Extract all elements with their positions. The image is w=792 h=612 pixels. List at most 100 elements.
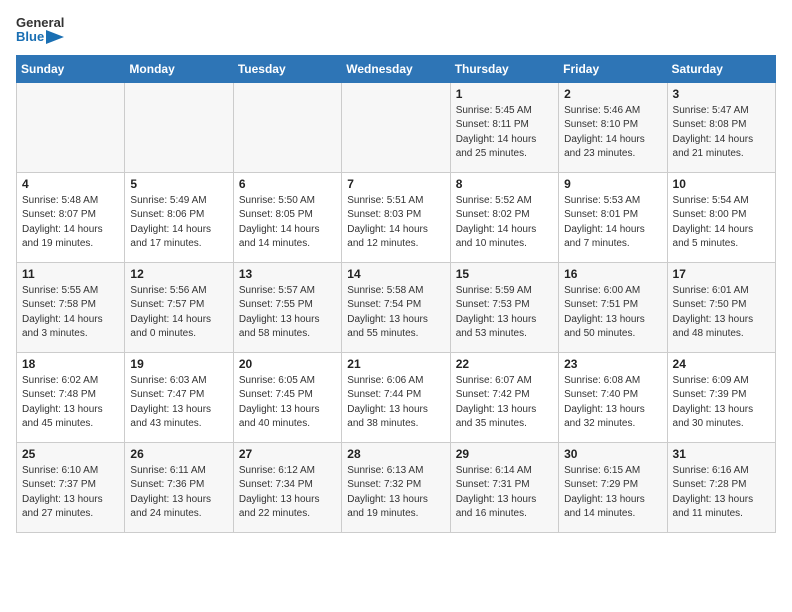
day-cell: 28Sunrise: 6:13 AM Sunset: 7:32 PM Dayli… xyxy=(342,442,450,532)
day-number: 4 xyxy=(22,177,119,191)
day-number: 8 xyxy=(456,177,553,191)
day-cell: 19 Sunrise: 6:03 AM Sunset: 7:47 PM Dayli… xyxy=(125,352,233,442)
day-number: 27 xyxy=(239,447,336,461)
calendar-table: SundayMondayTuesdayWednesdayThursdayFrid… xyxy=(16,55,776,533)
day-info: Sunrise: 6:00 AM Sunset: 7:51 PM Dayligh… xyxy=(564,284,661,342)
col-header-wednesday: Wednesday xyxy=(342,55,450,82)
day-cell: 13 Sunrise: 5:57 AM Sunset: 7:55 PM Dayli… xyxy=(233,262,341,352)
day-number: 2 xyxy=(564,87,661,101)
day-cell: 14 Sunrise: 5:58 AM Sunset: 7:54 PM Dayli… xyxy=(342,262,450,352)
day-number: 1 xyxy=(456,87,553,101)
day-number: 14 xyxy=(347,267,444,281)
day-cell: 31 Sunrise: 6:16 AM Sunset: 7:28 PM Dayli… xyxy=(667,442,775,532)
week-row-2: 4 Sunrise: 5:48 AM Sunset: 8:07 PM Daylig… xyxy=(17,172,776,262)
day-number: 18 xyxy=(22,357,119,371)
day-info: Sunrise: 5:46 AM Sunset: 8:10 PM Dayligh… xyxy=(564,104,661,162)
week-row-3: 11Sunrise: 5:55 AM Sunset: 7:58 PM Dayli… xyxy=(17,262,776,352)
col-header-friday: Friday xyxy=(559,55,667,82)
day-info: Sunrise: 6:12 AM Sunset: 7:34 PM Dayligh… xyxy=(239,464,336,522)
day-cell xyxy=(17,82,125,172)
day-cell xyxy=(342,82,450,172)
day-info: Sunrise: 5:59 AM Sunset: 7:53 PM Dayligh… xyxy=(456,284,553,342)
day-number: 17 xyxy=(673,267,770,281)
logo-blue: Blue xyxy=(16,30,44,44)
col-header-thursday: Thursday xyxy=(450,55,558,82)
day-info: Sunrise: 5:50 AM Sunset: 8:05 PM Dayligh… xyxy=(239,194,336,252)
logo-general: General xyxy=(16,16,64,30)
day-info: Sunrise: 6:09 AM Sunset: 7:39 PM Dayligh… xyxy=(673,374,770,432)
day-number: 13 xyxy=(239,267,336,281)
day-cell: 30 Sunrise: 6:15 AM Sunset: 7:29 PM Dayli… xyxy=(559,442,667,532)
day-number: 12 xyxy=(130,267,227,281)
day-info: Sunrise: 6:11 AM Sunset: 7:36 PM Dayligh… xyxy=(130,464,227,522)
day-info: Sunrise: 5:53 AM Sunset: 8:01 PM Dayligh… xyxy=(564,194,661,252)
col-header-sunday: Sunday xyxy=(17,55,125,82)
day-cell: 1Sunrise: 5:45 AM Sunset: 8:11 PM Daylig… xyxy=(450,82,558,172)
day-info: Sunrise: 6:13 AM Sunset: 7:32 PM Dayligh… xyxy=(347,464,444,522)
day-cell: 23 Sunrise: 6:08 AM Sunset: 7:40 PM Dayli… xyxy=(559,352,667,442)
day-number: 20 xyxy=(239,357,336,371)
day-number: 5 xyxy=(130,177,227,191)
day-number: 9 xyxy=(564,177,661,191)
day-cell: 24 Sunrise: 6:09 AM Sunset: 7:39 PM Dayli… xyxy=(667,352,775,442)
day-cell: 29Sunrise: 6:14 AM Sunset: 7:31 PM Dayli… xyxy=(450,442,558,532)
day-info: Sunrise: 6:02 AM Sunset: 7:48 PM Dayligh… xyxy=(22,374,119,432)
day-number: 15 xyxy=(456,267,553,281)
day-cell: 27 Sunrise: 6:12 AM Sunset: 7:34 PM Dayli… xyxy=(233,442,341,532)
day-cell: 15 Sunrise: 5:59 AM Sunset: 7:53 PM Dayli… xyxy=(450,262,558,352)
day-number: 19 xyxy=(130,357,227,371)
day-number: 26 xyxy=(130,447,227,461)
day-number: 24 xyxy=(673,357,770,371)
day-number: 31 xyxy=(673,447,770,461)
week-row-1: 1Sunrise: 5:45 AM Sunset: 8:11 PM Daylig… xyxy=(17,82,776,172)
header: General Blue xyxy=(16,16,776,45)
day-cell: 3 Sunrise: 5:47 AM Sunset: 8:08 PM Daylig… xyxy=(667,82,775,172)
day-cell: 25 Sunrise: 6:10 AM Sunset: 7:37 PM Dayli… xyxy=(17,442,125,532)
day-cell: 9 Sunrise: 5:53 AM Sunset: 8:01 PM Daylig… xyxy=(559,172,667,262)
day-cell: 12Sunrise: 5:56 AM Sunset: 7:57 PM Dayli… xyxy=(125,262,233,352)
day-number: 30 xyxy=(564,447,661,461)
day-info: Sunrise: 6:03 AM Sunset: 7:47 PM Dayligh… xyxy=(130,374,227,432)
day-info: Sunrise: 6:16 AM Sunset: 7:28 PM Dayligh… xyxy=(673,464,770,522)
day-cell: 8 Sunrise: 5:52 AM Sunset: 8:02 PM Daylig… xyxy=(450,172,558,262)
day-cell: 18 Sunrise: 6:02 AM Sunset: 7:48 PM Dayli… xyxy=(17,352,125,442)
logo-arrow-icon xyxy=(46,30,64,44)
day-info: Sunrise: 5:48 AM Sunset: 8:07 PM Dayligh… xyxy=(22,194,119,252)
day-info: Sunrise: 5:58 AM Sunset: 7:54 PM Dayligh… xyxy=(347,284,444,342)
day-number: 11 xyxy=(22,267,119,281)
col-header-monday: Monday xyxy=(125,55,233,82)
day-number: 25 xyxy=(22,447,119,461)
day-info: Sunrise: 6:01 AM Sunset: 7:50 PM Dayligh… xyxy=(673,284,770,342)
day-cell: 21 Sunrise: 6:06 AM Sunset: 7:44 PM Dayli… xyxy=(342,352,450,442)
logo: General Blue xyxy=(16,16,64,45)
day-number: 6 xyxy=(239,177,336,191)
day-info: Sunrise: 5:47 AM Sunset: 8:08 PM Dayligh… xyxy=(673,104,770,162)
day-number: 21 xyxy=(347,357,444,371)
day-cell: 5Sunrise: 5:49 AM Sunset: 8:06 PM Daylig… xyxy=(125,172,233,262)
day-info: Sunrise: 6:05 AM Sunset: 7:45 PM Dayligh… xyxy=(239,374,336,432)
day-cell: 7Sunrise: 5:51 AM Sunset: 8:03 PM Daylig… xyxy=(342,172,450,262)
day-number: 23 xyxy=(564,357,661,371)
header-row: SundayMondayTuesdayWednesdayThursdayFrid… xyxy=(17,55,776,82)
day-info: Sunrise: 5:52 AM Sunset: 8:02 PM Dayligh… xyxy=(456,194,553,252)
day-number: 10 xyxy=(673,177,770,191)
day-cell: 4 Sunrise: 5:48 AM Sunset: 8:07 PM Daylig… xyxy=(17,172,125,262)
day-cell: 17 Sunrise: 6:01 AM Sunset: 7:50 PM Dayli… xyxy=(667,262,775,352)
day-info: Sunrise: 5:57 AM Sunset: 7:55 PM Dayligh… xyxy=(239,284,336,342)
day-info: Sunrise: 6:08 AM Sunset: 7:40 PM Dayligh… xyxy=(564,374,661,432)
day-cell: 11Sunrise: 5:55 AM Sunset: 7:58 PM Dayli… xyxy=(17,262,125,352)
day-info: Sunrise: 6:15 AM Sunset: 7:29 PM Dayligh… xyxy=(564,464,661,522)
day-cell: 16Sunrise: 6:00 AM Sunset: 7:51 PM Dayli… xyxy=(559,262,667,352)
week-row-5: 25 Sunrise: 6:10 AM Sunset: 7:37 PM Dayli… xyxy=(17,442,776,532)
day-info: Sunrise: 6:10 AM Sunset: 7:37 PM Dayligh… xyxy=(22,464,119,522)
day-cell: 26 Sunrise: 6:11 AM Sunset: 7:36 PM Dayli… xyxy=(125,442,233,532)
day-info: Sunrise: 6:06 AM Sunset: 7:44 PM Dayligh… xyxy=(347,374,444,432)
day-number: 29 xyxy=(456,447,553,461)
day-number: 3 xyxy=(673,87,770,101)
day-cell: 20 Sunrise: 6:05 AM Sunset: 7:45 PM Dayli… xyxy=(233,352,341,442)
day-cell xyxy=(233,82,341,172)
day-info: Sunrise: 5:51 AM Sunset: 8:03 PM Dayligh… xyxy=(347,194,444,252)
day-cell: 22Sunrise: 6:07 AM Sunset: 7:42 PM Dayli… xyxy=(450,352,558,442)
day-cell: 10 Sunrise: 5:54 AM Sunset: 8:00 PM Dayli… xyxy=(667,172,775,262)
day-info: Sunrise: 5:54 AM Sunset: 8:00 PM Dayligh… xyxy=(673,194,770,252)
